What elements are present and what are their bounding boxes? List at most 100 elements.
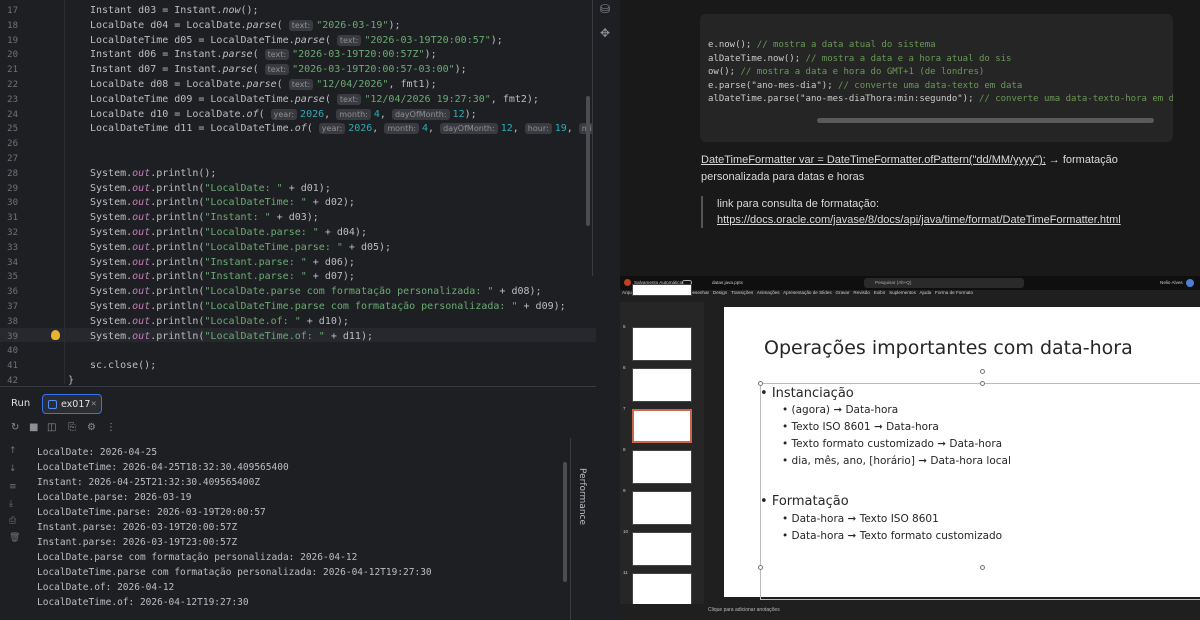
code-line: System.out.println("LocalDate.parse: " +… (90, 227, 367, 238)
slide-thumbnail[interactable] (632, 409, 692, 443)
string-literal: "2026-03-19" (316, 19, 389, 31)
console-line: Instant: 2026-04-25T21:32:30.409565400Z (37, 477, 261, 488)
param-hint: text: (336, 34, 362, 46)
code-line: System.out.println("Instant.parse: " + d… (90, 271, 355, 283)
resize-handle[interactable] (980, 565, 985, 570)
resize-handle[interactable] (980, 381, 985, 386)
line-number: 20 (7, 50, 18, 61)
database-icon[interactable]: ⛁ (600, 2, 610, 16)
console-scrollbar[interactable] (563, 462, 567, 582)
performance-panel-tab[interactable]: Performance (570, 438, 596, 620)
code-line: System.out.println("Instant.parse: " + d… (90, 256, 355, 268)
string-literal: "2026-03-19T20:00:57-03:00" (292, 64, 455, 76)
param-hint: dayOfMonth: (440, 123, 498, 135)
code-block-line: e.now(); // mostra a data atual do siste… (708, 40, 936, 50)
console-line: LocalDateTime: 2026-04-25T18:32:30.40956… (37, 462, 289, 473)
current-slide[interactable]: Operações importantes com data-hora • In… (724, 307, 1200, 600)
section-1-label: Instanciação (771, 386, 854, 401)
code-line: Instant d07 = Instant.parse( text: "2026-… (90, 64, 467, 76)
slide-thumbnail[interactable] (632, 450, 692, 484)
run-tab-label: ex017 (61, 399, 91, 410)
number-literal: 12 (500, 123, 513, 135)
bullet-section-2: • Formatação (760, 494, 849, 509)
code-block-scrollbar[interactable] (817, 118, 1154, 123)
bullet-item: • Data-hora ➞ Texto ISO 8601 (782, 513, 939, 525)
field-out: out (132, 271, 151, 283)
console-side-toolbar: ↑ ↓ ≡ ⤓ ⎙ 🗑 (0, 438, 28, 620)
quote-title: link para consulta de formatação: (717, 198, 880, 210)
rerun-icon[interactable]: ↻ (11, 422, 19, 433)
param-hint: dayOfMonth: (391, 108, 450, 120)
line-number: 24 (7, 109, 18, 120)
rotate-handle[interactable] (980, 369, 985, 374)
run-tab-ex017[interactable]: ex017 ✕ (42, 394, 102, 414)
method-name: now (222, 5, 241, 16)
slide-thumbnail[interactable] (632, 491, 692, 525)
fold-line (64, 0, 65, 384)
code-line: System.out.println("LocalDate.parse com … (90, 286, 542, 298)
resize-handle[interactable] (758, 565, 763, 570)
line-number: 18 (7, 20, 18, 31)
bullet-item: • Data-hora ➞ Texto formato customizado (782, 530, 1003, 542)
slide-thumbnail[interactable] (632, 368, 692, 402)
line-number: 22 (7, 80, 18, 90)
code-block[interactable]: e.now(); // mostra a data atual do siste… (700, 14, 1173, 142)
more-icon[interactable]: ⋮ (106, 422, 116, 433)
console-output[interactable]: LocalDate: 2026-04-25 LocalDateTime: 2026… (28, 438, 568, 620)
export-icon[interactable]: ⎘ (68, 422, 76, 433)
slide-title[interactable]: Operações importantes com data-hora (764, 337, 1133, 359)
search-input[interactable]: Pesquisar (Alt+Q) (875, 280, 911, 285)
user-name[interactable]: Nelio Alves (1160, 280, 1183, 285)
lightbulb-icon[interactable] (51, 330, 60, 340)
docs-link[interactable]: https://docs.oracle.com/javase/8/docs/ap… (717, 212, 1161, 228)
up-arrow-icon[interactable]: ↑ (9, 446, 17, 456)
slide-thumbnail[interactable] (632, 327, 692, 361)
string-literal: "LocalDateTime.parse com formatação pers… (204, 301, 518, 312)
console-line: LocalDateTime.parse: 2026-03-19T20:00:57 (37, 507, 266, 518)
stop-icon[interactable]: ■ (29, 422, 38, 433)
trash-icon[interactable]: 🗑 (9, 533, 20, 543)
print-icon[interactable]: ⎙ (9, 516, 16, 526)
string-literal: "LocalDate.of: " (204, 315, 301, 327)
plugin-icon[interactable]: ✥ (600, 26, 610, 40)
slide-thumbnail[interactable] (632, 284, 692, 296)
scroll-end-icon[interactable]: ⤓ (9, 499, 13, 509)
console-line: Instant.parse: 2026-03-19T23:00:57Z (37, 537, 238, 548)
slide-thumbnails[interactable]: 5 6 7 8 9 10 11 (620, 284, 704, 612)
settings-icon[interactable]: ⚙ (87, 422, 96, 433)
ribbon-menu[interactable]: Arquivo Página Inicial Inserir Desenhar … (620, 290, 1200, 300)
line-number: 34 (7, 257, 18, 268)
file-name[interactable]: datas java.pptx (712, 280, 743, 285)
notes-placeholder[interactable]: Clique para adicionar anotações (620, 604, 1200, 620)
code-line: LocalDate d04 = LocalDate.parse( text: "2… (90, 19, 401, 31)
slide-thumbnail[interactable] (632, 573, 692, 607)
notes-panel: e.now(); // mostra a data atual do siste… (620, 0, 1200, 276)
close-icon[interactable]: ✕ (91, 399, 96, 409)
thumb-number: 6 (623, 365, 626, 370)
code-line: System.out.println("Instant: " + d03); (90, 212, 319, 224)
string-literal: "12/04/2026 19:27:30" (364, 93, 491, 105)
avatar[interactable] (1186, 279, 1194, 287)
line-number: 31 (7, 213, 18, 224)
console-line: LocalDate: 2026-04-25 (37, 447, 158, 458)
editor-scrollbar[interactable] (586, 96, 590, 226)
slide-thumbnail[interactable] (632, 532, 692, 566)
method-name: parse (246, 19, 277, 31)
code-block-line: e.parse("ano-mes-dia"); // converte uma … (708, 80, 1023, 91)
run-label[interactable]: Run (11, 398, 30, 409)
code-editor[interactable]: 17 18 19 20 21 22 23 24 25 26 27 28 29 30 31 32 33 34 35 36… (0, 0, 596, 386)
wrap-icon[interactable]: ≡ (9, 482, 17, 492)
field-out: out (132, 286, 151, 298)
notes-hint[interactable]: Clique para adicionar anotações (620, 607, 780, 613)
formatter-code: DateTimeFormatter var = DateTimeFormatte… (701, 154, 1046, 166)
line-number: 19 (7, 35, 18, 46)
param-hint: text: (336, 93, 362, 105)
string-literal: "Instant.parse: " (204, 256, 307, 268)
code-block-line: alDateTime.parse("ano-mes-diaThora:min:s… (708, 93, 1173, 107)
down-arrow-icon[interactable]: ↓ (9, 464, 17, 474)
field-out: out (132, 256, 151, 268)
thumb-number: 7 (623, 406, 626, 411)
param-hint: month: (336, 108, 371, 120)
camera-icon[interactable]: ◫ (47, 422, 56, 433)
string-literal: "Instant: " (204, 212, 271, 224)
